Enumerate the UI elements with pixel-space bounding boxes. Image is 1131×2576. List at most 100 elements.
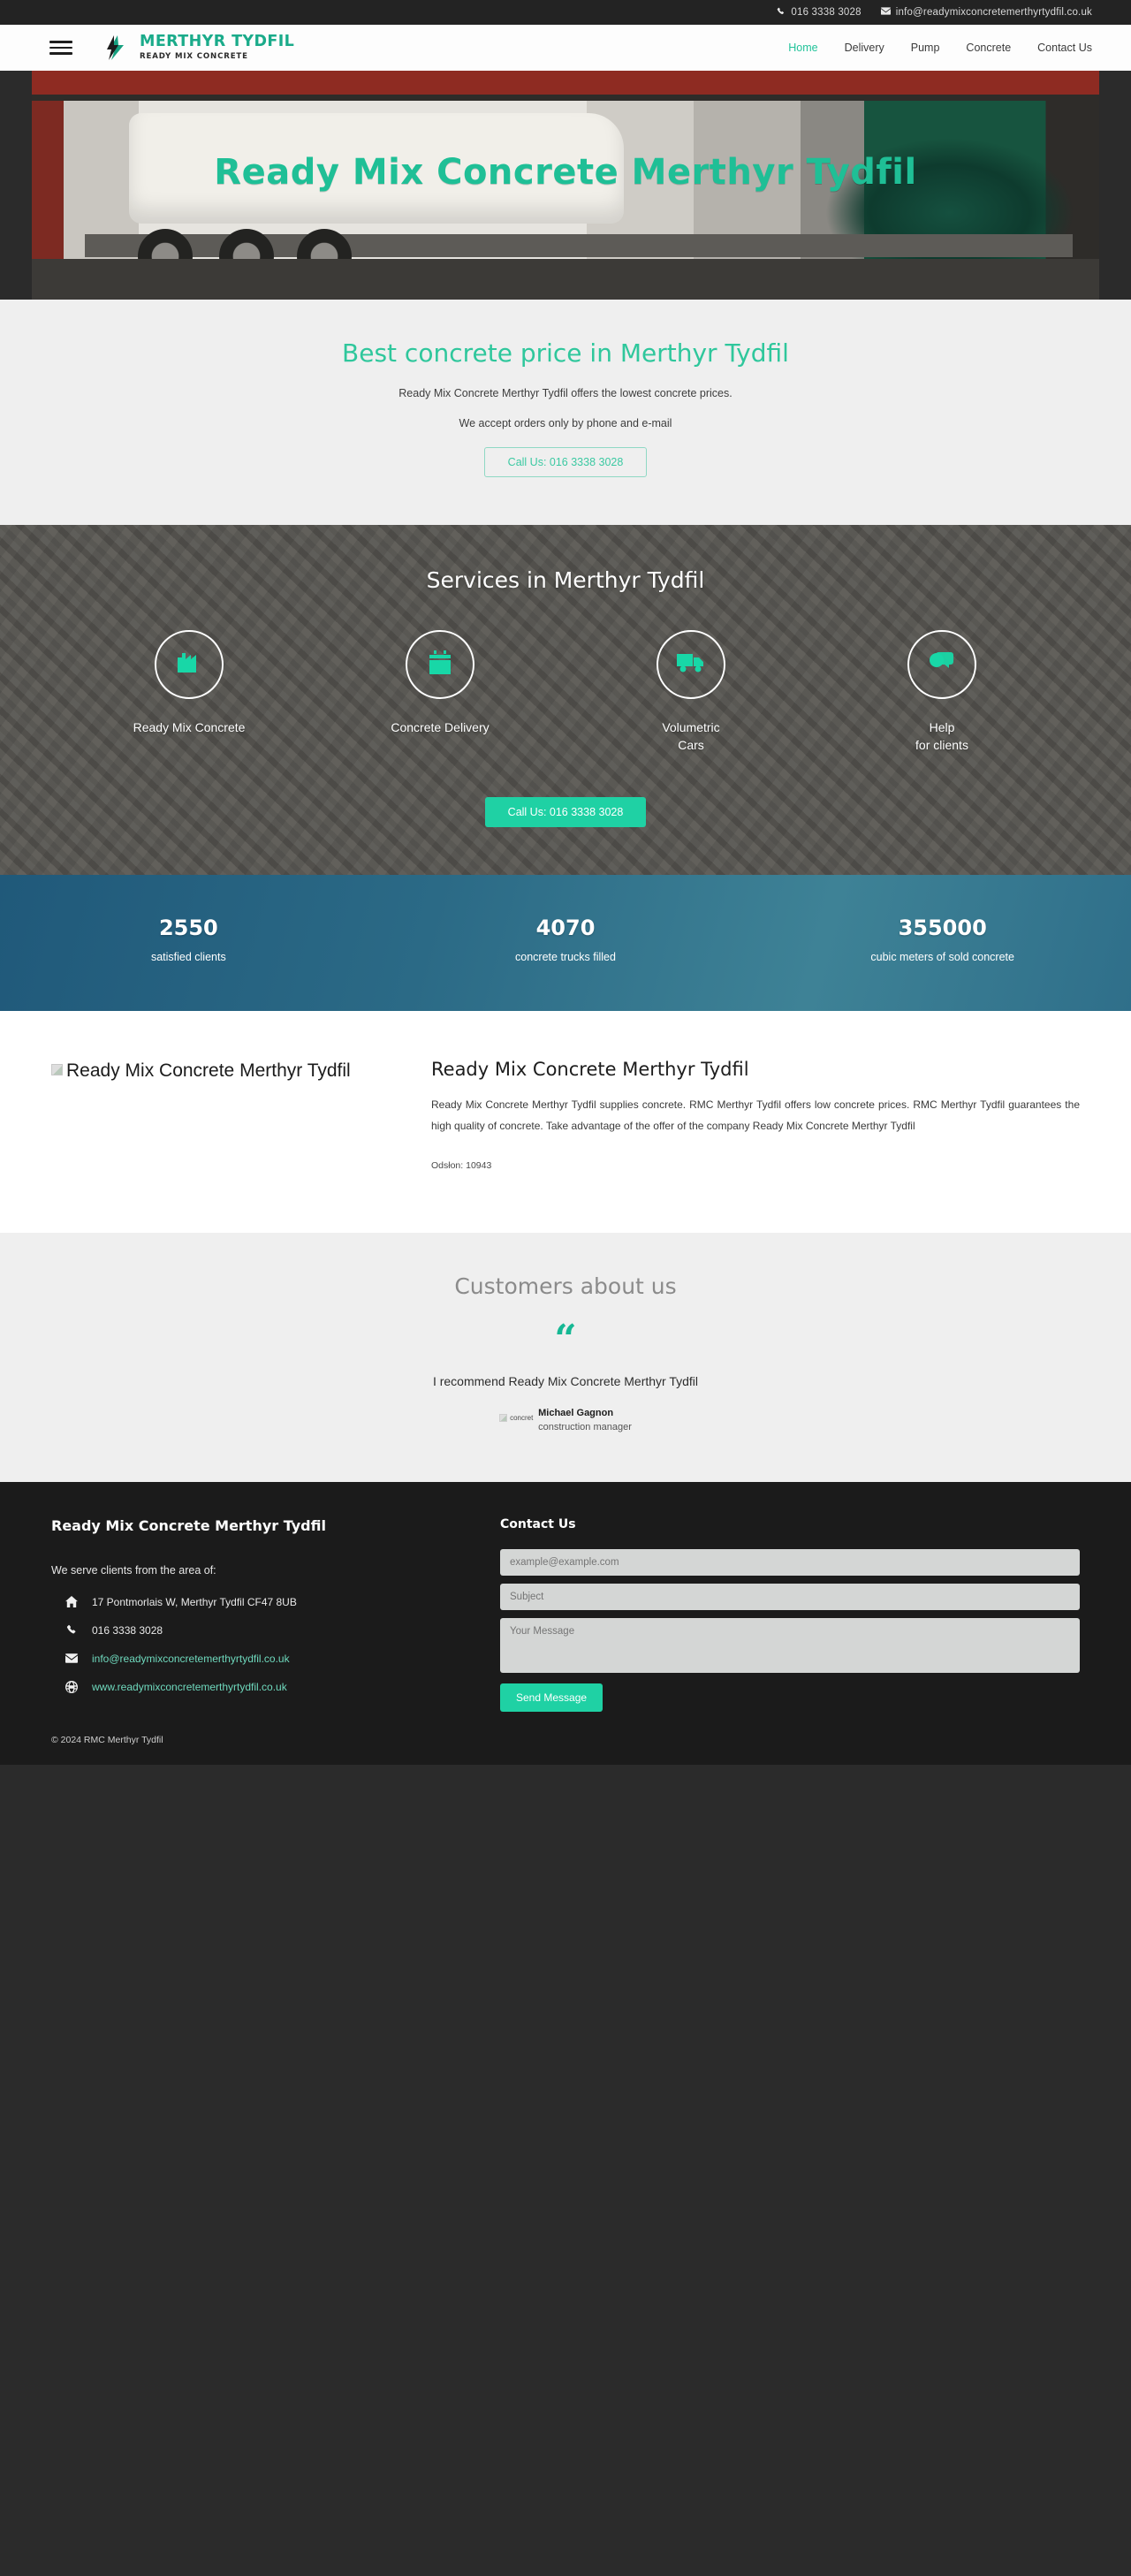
nav-item-delivery[interactable]: Delivery xyxy=(845,42,884,54)
price-heading: Best concrete price in Merthyr Tydfil xyxy=(342,338,789,368)
footer-address-text: 17 Pontmorlais W, Merthyr Tydfil CF47 8U… xyxy=(92,1595,297,1608)
message-field[interactable] xyxy=(500,1617,1080,1673)
stats-section: 2550 satisfied clients 4070 concrete tru… xyxy=(0,874,1131,1011)
avatar-alt-text: concret xyxy=(510,1413,534,1422)
footer-email[interactable]: info@readymixconcretemerthyrtydfil.co.uk xyxy=(51,1653,467,1665)
nav-item-contact-us[interactable]: Contact Us xyxy=(1037,42,1092,54)
brand-logo[interactable]: MERTHYR TYDFIL READY MIX CONCRETE xyxy=(106,34,294,61)
service-label: Volumetric Cars xyxy=(662,720,720,753)
stat-item: 2550 satisfied clients xyxy=(0,916,377,963)
about-section: Ready Mix Concrete Merthyr Tydfil Ready … xyxy=(0,1010,1131,1233)
factory-icon xyxy=(176,651,202,679)
service-icon-circle xyxy=(155,630,224,699)
service-item-concrete-delivery[interactable]: Concrete Delivery xyxy=(352,630,528,755)
contact-form-heading: Contact Us xyxy=(500,1516,576,1531)
footer-email-text: info@readymixconcretemerthyrtydfil.co.uk xyxy=(92,1652,290,1665)
footer-phone[interactable]: 016 3338 3028 xyxy=(51,1624,467,1637)
about-broken-image: Ready Mix Concrete Merthyr Tydfil xyxy=(51,1059,408,1083)
globe-icon xyxy=(51,1680,92,1693)
author-meta: Michael Gagnon construction manager xyxy=(538,1404,632,1432)
brand-line-2: READY MIX CONCRETE xyxy=(140,51,248,61)
brand-text: MERTHYR TYDFIL READY MIX CONCRETE xyxy=(140,34,294,60)
service-icon-circle xyxy=(907,630,976,699)
topbar-email[interactable]: info@readymixconcretemerthyrtydfil.co.uk xyxy=(880,7,1092,18)
calendar-icon xyxy=(429,650,452,680)
author-role: construction manager xyxy=(538,1421,632,1432)
nav-item-concrete[interactable]: Concrete xyxy=(966,42,1011,54)
stat-item: 4070 concrete trucks filled xyxy=(377,916,755,963)
stat-number: 355000 xyxy=(898,915,987,940)
testimonial-author: concret Michael Gagnon construction mana… xyxy=(0,1404,1131,1432)
topbar-phone[interactable]: 016 3338 3028 xyxy=(777,7,862,19)
service-label: Help for clients xyxy=(915,720,968,753)
about-image-alt-text: Ready Mix Concrete Merthyr Tydfil xyxy=(66,1060,351,1081)
topbar-email-text: info@readymixconcretemerthyrtydfil.co.uk xyxy=(895,7,1092,18)
about-views-counter: Odsłon: 10943 xyxy=(431,1159,492,1171)
top-contact-bar: 016 3338 3028 info@readymixconcretemerth… xyxy=(0,0,1131,25)
service-icon-circle xyxy=(406,630,474,699)
price-line-1: Ready Mix Concrete Merthyr Tydfil offers… xyxy=(399,387,732,399)
envelope-icon xyxy=(51,1653,92,1664)
brand-line-1: MERTHYR TYDFIL xyxy=(140,33,295,51)
phone-icon xyxy=(51,1624,92,1636)
services-section: Services in Merthyr Tydfil Ready Mix Con… xyxy=(0,525,1131,875)
testimonial-quote: I recommend Ready Mix Concrete Merthyr T… xyxy=(432,1373,699,1388)
service-item-volumetric-cars[interactable]: Volumetric Cars xyxy=(603,630,779,755)
services-list: Ready Mix Concrete Concrete Delivery Vol… xyxy=(0,630,1131,755)
footer-website[interactable]: www.readymixconcretemerthyrtydfil.co.uk xyxy=(51,1680,467,1693)
hero-banner: Ready Mix Concrete Merthyr Tydfil xyxy=(32,71,1099,300)
about-image-column: Ready Mix Concrete Merthyr Tydfil xyxy=(51,1059,431,1171)
email-field[interactable] xyxy=(500,1548,1080,1576)
about-text-column: Ready Mix Concrete Merthyr Tydfil Ready … xyxy=(431,1059,1080,1171)
service-item-ready-mix-concrete[interactable]: Ready Mix Concrete xyxy=(101,630,277,755)
topbar-phone-text: 016 3338 3028 xyxy=(791,7,862,18)
about-heading: Ready Mix Concrete Merthyr Tydfil xyxy=(431,1058,749,1080)
stat-number: 2550 xyxy=(158,915,218,940)
subject-field[interactable] xyxy=(500,1583,1080,1610)
hero-ground xyxy=(32,259,1099,300)
footer-website-text: www.readymixconcretemerthyrtydfil.co.uk xyxy=(92,1680,287,1693)
copyright-text: © 2024 RMC Merthyr Tydfil xyxy=(51,1734,163,1745)
price-section: Best concrete price in Merthyr Tydfil Re… xyxy=(0,300,1131,525)
stat-number: 4070 xyxy=(535,915,596,940)
services-heading: Services in Merthyr Tydfil xyxy=(426,567,705,593)
phone-icon xyxy=(777,7,786,19)
chat-bubbles-icon xyxy=(929,651,955,679)
send-message-button[interactable]: Send Message xyxy=(500,1683,603,1712)
page-root: 016 3338 3028 info@readymixconcretemerth… xyxy=(0,0,1131,1765)
about-body: Ready Mix Concrete Merthyr Tydfil suppli… xyxy=(431,1098,1080,1133)
home-icon xyxy=(51,1596,92,1608)
author-name: Michael Gagnon xyxy=(538,1407,614,1418)
truck-icon xyxy=(677,652,705,678)
price-call-us-button[interactable]: Call Us: 016 3338 3028 xyxy=(483,447,648,477)
hero-title: Ready Mix Concrete Merthyr Tydfil xyxy=(214,152,917,193)
lightning-logo-icon xyxy=(106,34,129,61)
stat-caption: concrete trucks filled xyxy=(515,950,616,963)
site-footer: Ready Mix Concrete Merthyr Tydfil We ser… xyxy=(0,1481,1131,1712)
service-label: Ready Mix Concrete xyxy=(133,720,246,734)
hero-roof-band xyxy=(32,71,1099,101)
footer-address: 17 Pontmorlais W, Merthyr Tydfil CF47 8U… xyxy=(51,1596,467,1608)
footer-company-name: Ready Mix Concrete Merthyr Tydfil xyxy=(51,1516,326,1534)
hamburger-menu-icon[interactable] xyxy=(49,41,72,55)
service-item-help-for-clients[interactable]: Help for clients xyxy=(854,630,1030,755)
site-header: MERTHYR TYDFIL READY MIX CONCRETE Home D… xyxy=(0,25,1131,71)
footer-info-column: Ready Mix Concrete Merthyr Tydfil We ser… xyxy=(51,1517,467,1712)
nav-item-pump[interactable]: Pump xyxy=(911,42,940,54)
stat-caption: satisfied clients xyxy=(150,950,226,963)
envelope-icon xyxy=(880,7,891,18)
testimonials-heading: Customers about us xyxy=(454,1273,677,1299)
footer-phone-text: 016 3338 3028 xyxy=(92,1623,163,1637)
service-icon-circle xyxy=(657,630,725,699)
footer-form-column: Contact Us Send Message xyxy=(500,1517,1080,1712)
nav-item-home[interactable]: Home xyxy=(788,42,817,54)
stat-item: 355000 cubic meters of sold concrete xyxy=(754,916,1131,963)
service-label: Concrete Delivery xyxy=(391,720,490,734)
services-cta-wrapper: Call Us: 016 3338 3028 xyxy=(0,796,1131,827)
services-call-us-button[interactable]: Call Us: 016 3338 3028 xyxy=(484,796,647,827)
copyright-bar: © 2024 RMC Merthyr Tydfil xyxy=(0,1711,1131,1765)
broken-image-icon xyxy=(499,1414,508,1423)
broken-image-icon xyxy=(51,1063,63,1075)
quote-icon: “ xyxy=(554,1316,577,1362)
avatar: concret xyxy=(499,1414,533,1423)
